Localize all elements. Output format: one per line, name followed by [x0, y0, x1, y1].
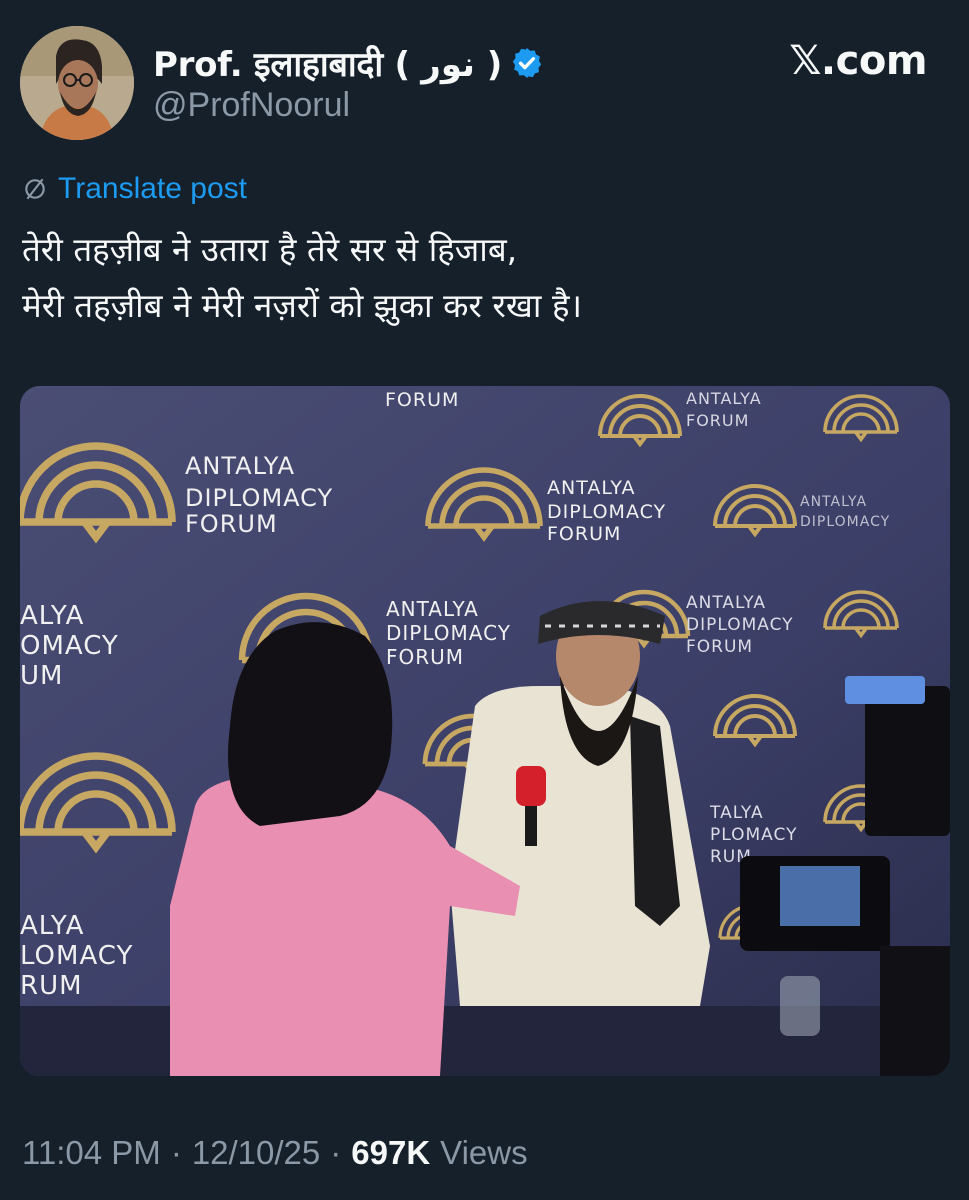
post-meta: 11:04 PM · 12/10/25 · 697K Views [22, 1134, 528, 1172]
svg-text:OMACY: OMACY [20, 631, 119, 661]
svg-text:ALYA: ALYA [20, 601, 84, 631]
svg-text:UM: UM [20, 661, 63, 691]
backdrop-text: ANTALYA [185, 452, 295, 480]
svg-text:ANTALYA: ANTALYA [800, 494, 867, 510]
post-date[interactable]: 12/10/25 [192, 1134, 320, 1172]
photo-illustration: ANTALYA DIPLOMACY FORUM ANTALYA DIPLOMAC… [20, 386, 950, 1076]
post-text: तेरी तहज़ीब ने उतारा है तेरे सर से हिजाब… [22, 222, 949, 334]
translate-icon [25, 178, 45, 200]
svg-text:LOMACY: LOMACY [20, 941, 133, 971]
translate-post-label[interactable]: Translate post [58, 172, 247, 206]
svg-text:DIPLOMACY: DIPLOMACY [185, 484, 333, 512]
svg-text:DIPLOMACY: DIPLOMACY [686, 615, 794, 635]
svg-text:FORUM: FORUM [547, 523, 621, 545]
meta-separator: · [170, 1134, 182, 1171]
svg-text:ANTALYA: ANTALYA [547, 477, 636, 499]
svg-text:RUM: RUM [20, 971, 83, 1001]
svg-text:FORUM: FORUM [185, 510, 278, 538]
brand-logo: 𝕏.com [789, 38, 927, 84]
svg-text:FORUM: FORUM [686, 411, 749, 430]
author-handle[interactable]: @ProfNoorul [153, 86, 350, 125]
post-line: मेरी तहज़ीब ने मेरी नज़रों को झुका कर रख… [22, 286, 582, 325]
svg-text:FORUM: FORUM [386, 645, 464, 669]
views-count[interactable]: 697K [351, 1134, 430, 1172]
post-line: तेरी तहज़ीब ने उतारा है तेरे सर से हिजाब… [22, 230, 518, 269]
svg-text:TALYA: TALYA [709, 803, 764, 823]
avatar-image [20, 26, 134, 140]
svg-text:DIPLOMACY: DIPLOMACY [547, 501, 666, 523]
post-time[interactable]: 11:04 PM [22, 1134, 161, 1172]
views-label: Views [440, 1134, 528, 1171]
author-name[interactable]: Prof. इलाहाबादी ( نور ) [153, 40, 502, 86]
svg-text:PLOMACY: PLOMACY [710, 825, 797, 845]
svg-text:ANTALYA: ANTALYA [686, 389, 762, 408]
svg-text:ANTALYA: ANTALYA [686, 593, 766, 613]
meta-separator: · [330, 1134, 342, 1171]
svg-text:DIPLOMACY: DIPLOMACY [386, 621, 511, 645]
svg-text:FORUM: FORUM [385, 389, 459, 411]
author-name-row[interactable]: Prof. इलाहाबादी ( نور ) [153, 40, 544, 86]
translate-post-button[interactable]: Translate post [22, 172, 247, 206]
post-media-photo[interactable]: ANTALYA DIPLOMACY FORUM ANTALYA DIPLOMAC… [20, 386, 950, 1076]
avatar[interactable] [20, 26, 134, 140]
svg-text:DIPLOMACY: DIPLOMACY [800, 514, 890, 530]
verified-badge-icon [512, 48, 542, 78]
svg-text:FORUM: FORUM [686, 637, 753, 657]
svg-text:ANTALYA: ANTALYA [386, 597, 479, 621]
svg-text:ALYA: ALYA [20, 911, 84, 941]
